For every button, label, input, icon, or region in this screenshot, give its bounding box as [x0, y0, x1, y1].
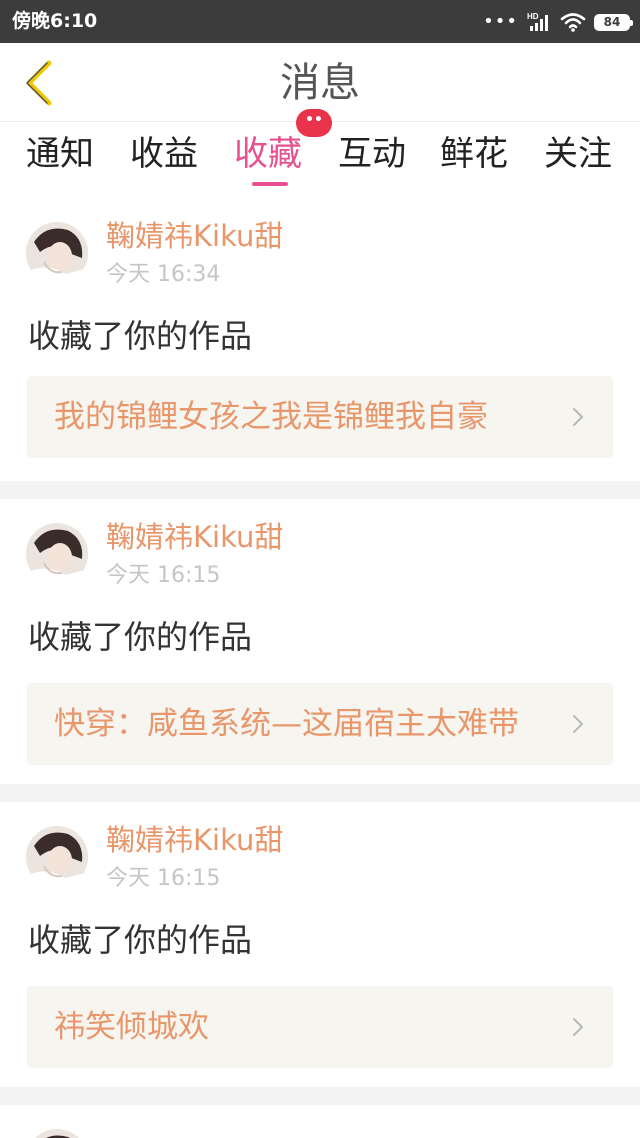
card-separator	[0, 784, 640, 802]
work-title: 祎笑倾城欢	[54, 1009, 209, 1045]
avatar[interactable]	[26, 1129, 88, 1138]
tab-favorites[interactable]: 收藏	[234, 134, 302, 174]
avatar[interactable]	[26, 222, 88, 284]
tab-favorites-label: 收藏	[234, 134, 302, 174]
unread-badge: ••	[296, 109, 332, 137]
status-bar: 傍晚6:10 ••• HD 84	[0, 0, 640, 43]
notification-card: 鞠婧祎Kiku甜 今天 16:15 收藏了你的作品 快穿：咸鱼系统—这届宿主太难…	[0, 499, 640, 784]
tab-earnings[interactable]: 收益	[130, 134, 198, 174]
avatar-portrait-icon	[26, 222, 88, 284]
username[interactable]: 鞠婧祎Kiku甜	[106, 822, 283, 858]
wifi-icon	[560, 13, 586, 32]
notification-card: 鞠婧祎Kiku甜 今天 16:15 收藏了你的作品 祎笑倾城欢	[0, 802, 640, 1087]
timestamp: 今天 16:15	[106, 866, 221, 891]
avatar[interactable]	[26, 826, 88, 888]
status-time: 傍晚6:10	[12, 10, 98, 32]
action-text: 收藏了你的作品	[28, 921, 253, 959]
avatar[interactable]	[26, 523, 88, 585]
card-separator	[0, 1087, 640, 1105]
card-separator	[0, 481, 640, 499]
work-title: 快穿：咸鱼系统—这届宿主太难带	[54, 706, 519, 742]
work-link[interactable]: 我的锦鲤女孩之我是锦鲤我自豪	[27, 376, 613, 458]
timestamp: 今天 16:34	[106, 262, 221, 287]
status-icons: ••• HD 84	[483, 9, 633, 35]
tab-bar: 通知 收益 收藏 •• 互动 鲜花 关注	[0, 109, 640, 192]
tab-interactions[interactable]: 互动	[338, 134, 406, 174]
work-link[interactable]: 祎笑倾城欢	[27, 986, 613, 1068]
action-text: 收藏了你的作品	[28, 618, 253, 656]
avatar-portrait-icon	[26, 826, 88, 888]
page-title: 消息	[280, 60, 360, 106]
chevron-right-icon	[573, 408, 583, 426]
work-title: 我的锦鲤女孩之我是锦鲤我自豪	[54, 399, 488, 435]
username[interactable]: 鞠婧祎Kiku甜	[106, 218, 283, 254]
tab-notifications[interactable]: 通知	[26, 134, 94, 174]
username[interactable]: 鞠婧祎Kiku甜	[106, 519, 283, 555]
chevron-right-icon	[573, 1018, 583, 1036]
battery-icon: 84	[594, 13, 633, 31]
notification-card-partial	[0, 1105, 640, 1138]
tab-flowers[interactable]: 鲜花	[440, 134, 508, 174]
avatar-portrait-icon	[26, 1129, 88, 1138]
action-text: 收藏了你的作品	[28, 317, 253, 355]
active-tab-indicator	[252, 182, 288, 186]
tab-follows[interactable]: 关注	[544, 134, 612, 174]
notification-card: 鞠婧祎Kiku甜 今天 16:34 收藏了你的作品 我的锦鲤女孩之我是锦鲤我自豪	[0, 198, 640, 481]
signal-icon: HD	[527, 12, 548, 31]
battery-level: 84	[603, 15, 621, 29]
more-dots-icon: •••	[483, 11, 518, 32]
chevron-right-icon	[573, 715, 583, 733]
avatar-portrait-icon	[26, 523, 88, 585]
timestamp: 今天 16:15	[106, 563, 221, 588]
network-badge-text: HD	[527, 12, 539, 21]
work-link[interactable]: 快穿：咸鱼系统—这届宿主太难带	[27, 683, 613, 765]
